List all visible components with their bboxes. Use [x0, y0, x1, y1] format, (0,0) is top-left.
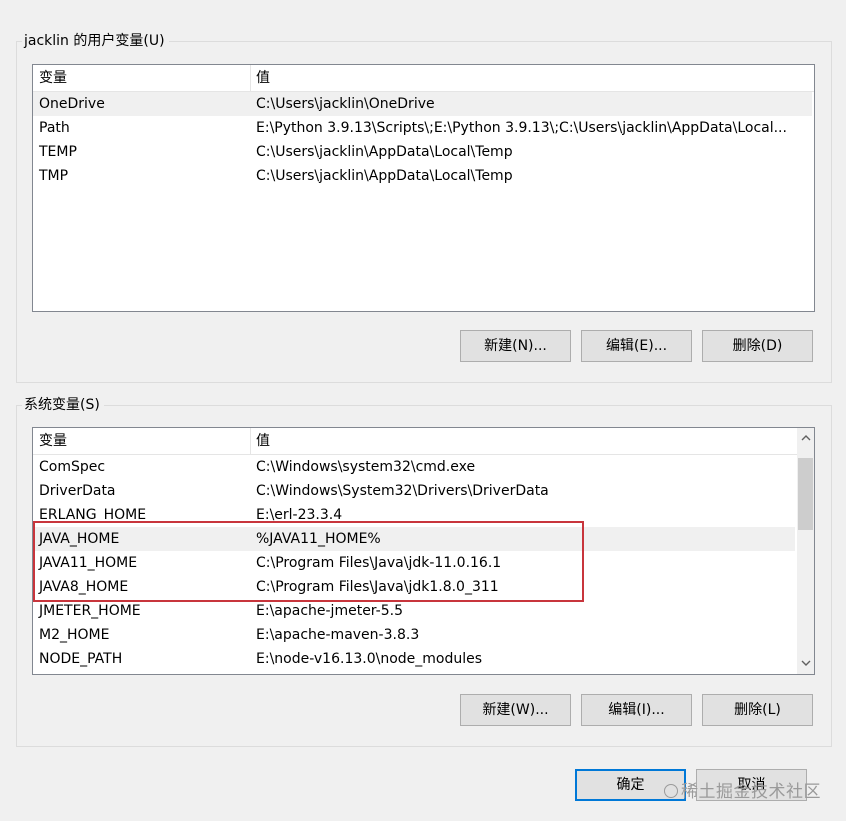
- variable-value: C:\Users\jacklin\AppData\Local\Temp: [256, 168, 513, 184]
- variable-value: C:\Users\jacklin\AppData\Local\Temp: [256, 144, 513, 160]
- variable-value: E:\apache-jmeter-5.5: [256, 603, 403, 619]
- variable-name: NODE_PATH: [39, 651, 123, 667]
- chevron-up-icon[interactable]: [797, 430, 814, 447]
- user-edit-button[interactable]: 编辑(E)...: [581, 330, 692, 362]
- user-new-button[interactable]: 新建(N)...: [460, 330, 571, 362]
- user-delete-button[interactable]: 删除(D): [702, 330, 813, 362]
- user-variables-title: jacklin 的用户变量(U): [22, 32, 169, 50]
- table-row[interactable]: TEMP C:\Users\jacklin\AppData\Local\Temp: [33, 140, 812, 164]
- variable-name: M2_HOME: [39, 627, 110, 643]
- variable-name: ComSpec: [39, 459, 106, 475]
- table-row[interactable]: ComSpec C:\Windows\system32\cmd.exe: [33, 455, 795, 479]
- watermark: 稀土掘金技术社区: [664, 777, 821, 802]
- variable-value: C:\Users\jacklin\OneDrive: [256, 96, 435, 112]
- variable-name: DriverData: [39, 483, 116, 499]
- vertical-scrollbar[interactable]: [797, 428, 814, 674]
- table-row[interactable]: Path E:\Python 3.9.13\Scripts\;E:\Python…: [33, 116, 812, 140]
- user-variables-list[interactable]: 变量 值 OneDrive C:\Users\jacklin\OneDrive …: [32, 64, 815, 312]
- table-row[interactable]: TMP C:\Users\jacklin\AppData\Local\Temp: [33, 164, 812, 188]
- variable-name: Path: [39, 120, 70, 136]
- variable-value: E:\node-v16.13.0\node_modules: [256, 651, 483, 667]
- system-edit-button[interactable]: 编辑(I)...: [581, 694, 692, 726]
- variable-value: C:\Windows\System32\Drivers\DriverData: [256, 483, 549, 499]
- column-header-name[interactable]: 变量: [33, 65, 249, 91]
- table-row[interactable]: JMETER_HOME E:\apache-jmeter-5.5: [33, 599, 795, 623]
- table-row[interactable]: DriverData C:\Windows\System32\Drivers\D…: [33, 479, 795, 503]
- list-header: 变量 值: [33, 65, 814, 92]
- variable-value: E:\apache-maven-3.8.3: [256, 627, 420, 643]
- system-delete-button[interactable]: 删除(L): [702, 694, 813, 726]
- system-new-button[interactable]: 新建(W)...: [460, 694, 571, 726]
- list-header: 变量 值: [33, 428, 797, 455]
- scroll-thumb[interactable]: [798, 458, 813, 530]
- table-row[interactable]: M2_HOME E:\apache-maven-3.8.3: [33, 623, 795, 647]
- column-header-value[interactable]: 值: [250, 65, 270, 91]
- chevron-down-icon[interactable]: [797, 655, 814, 672]
- variable-name: TMP: [39, 168, 69, 184]
- annotation-highlight-box: [33, 521, 584, 602]
- variable-name: JMETER_HOME: [39, 603, 141, 619]
- variable-name: OneDrive: [39, 96, 105, 112]
- variable-name: TEMP: [39, 144, 77, 160]
- watermark-text: 稀土掘金技术社区: [681, 782, 821, 802]
- system-variables-title: 系统变量(S): [22, 396, 104, 414]
- table-row[interactable]: OneDrive C:\Users\jacklin\OneDrive: [33, 92, 812, 116]
- column-header-name[interactable]: 变量: [33, 428, 249, 454]
- table-row[interactable]: NODE_PATH E:\node-v16.13.0\node_modules: [33, 647, 795, 671]
- variable-value: E:\Python 3.9.13\Scripts\;E:\Python 3.9.…: [256, 120, 787, 136]
- variable-value: C:\Windows\system32\cmd.exe: [256, 459, 476, 475]
- juejin-logo-icon: [664, 784, 678, 798]
- column-header-value[interactable]: 值: [250, 428, 270, 454]
